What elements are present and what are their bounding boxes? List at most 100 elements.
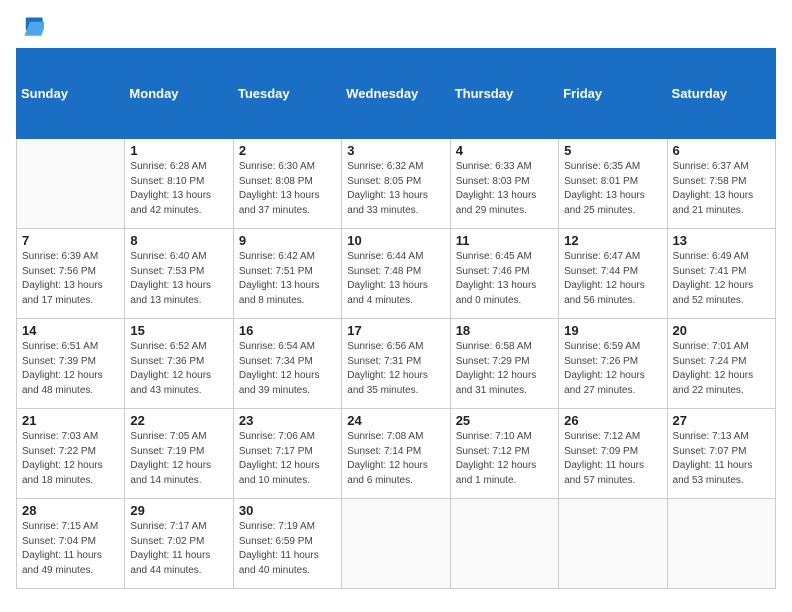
calendar-cell: 2 Sunrise: 6:30 AM Sunset: 8:08 PM Daylig…: [233, 139, 341, 229]
calendar-cell: 1Sunrise: 6:28 AM Sunset: 8:10 PM Daylig…: [125, 139, 233, 229]
calendar-cell: 4 Sunrise: 6:33 AM Sunset: 8:03 PM Daylig…: [450, 139, 558, 229]
day-info: Sunrise: 7:05 AM Sunset: 7:19 PM Dayligh…: [130, 430, 227, 488]
calendar-cell: 30 Sunrise: 7:19 AM Sunset: 6:59 PM Dayli…: [233, 499, 341, 589]
col-header-monday: Monday: [125, 49, 233, 139]
day-number: 30: [239, 503, 336, 518]
calendar-cell: 9 Sunrise: 6:42 AM Sunset: 7:51 PM Daylig…: [233, 229, 341, 319]
day-number: 21: [22, 413, 119, 428]
day-number: 22: [130, 413, 227, 428]
day-info: Sunrise: 6:28 AM Sunset: 8:10 PM Dayligh…: [130, 160, 227, 218]
day-number: 28: [22, 503, 119, 518]
day-number: 15: [130, 323, 227, 338]
day-info: Sunrise: 6:56 AM Sunset: 7:31 PM Dayligh…: [347, 340, 444, 398]
calendar-cell: 6 Sunrise: 6:37 AM Sunset: 7:58 PM Daylig…: [667, 139, 775, 229]
day-info: Sunrise: 6:47 AM Sunset: 7:44 PM Dayligh…: [564, 250, 661, 308]
calendar-cell: 29 Sunrise: 7:17 AM Sunset: 7:02 PM Dayli…: [125, 499, 233, 589]
day-info: Sunrise: 7:01 AM Sunset: 7:24 PM Dayligh…: [673, 340, 770, 398]
calendar-table: SundayMondayTuesdayWednesdayThursdayFrid…: [16, 48, 776, 589]
day-number: 10: [347, 233, 444, 248]
day-number: 26: [564, 413, 661, 428]
day-number: 9: [239, 233, 336, 248]
page-header: [16, 16, 776, 40]
calendar-cell: 16 Sunrise: 6:54 AM Sunset: 7:34 PM Dayli…: [233, 319, 341, 409]
day-info: Sunrise: 7:10 AM Sunset: 7:12 PM Dayligh…: [456, 430, 553, 488]
day-number: 23: [239, 413, 336, 428]
day-number: 24: [347, 413, 444, 428]
day-info: Sunrise: 6:54 AM Sunset: 7:34 PM Dayligh…: [239, 340, 336, 398]
calendar-cell: 8Sunrise: 6:40 AM Sunset: 7:53 PM Daylig…: [125, 229, 233, 319]
day-number: 16: [239, 323, 336, 338]
day-info: Sunrise: 7:17 AM Sunset: 7:02 PM Dayligh…: [130, 520, 227, 578]
week-row-3: 14Sunrise: 6:51 AM Sunset: 7:39 PM Dayli…: [17, 319, 776, 409]
day-info: Sunrise: 7:13 AM Sunset: 7:07 PM Dayligh…: [673, 430, 770, 488]
day-info: Sunrise: 6:35 AM Sunset: 8:01 PM Dayligh…: [564, 160, 661, 218]
day-info: Sunrise: 6:33 AM Sunset: 8:03 PM Dayligh…: [456, 160, 553, 218]
calendar-cell: 5 Sunrise: 6:35 AM Sunset: 8:01 PM Daylig…: [559, 139, 667, 229]
day-number: 3: [347, 143, 444, 158]
logo-icon: [16, 16, 44, 40]
calendar-cell: 13Sunrise: 6:49 AM Sunset: 7:41 PM Dayli…: [667, 229, 775, 319]
day-info: Sunrise: 7:03 AM Sunset: 7:22 PM Dayligh…: [22, 430, 119, 488]
day-number: 7: [22, 233, 119, 248]
day-number: 29: [130, 503, 227, 518]
day-info: Sunrise: 7:12 AM Sunset: 7:09 PM Dayligh…: [564, 430, 661, 488]
calendar-cell: 11 Sunrise: 6:45 AM Sunset: 7:46 PM Dayli…: [450, 229, 558, 319]
col-header-wednesday: Wednesday: [342, 49, 450, 139]
day-info: Sunrise: 7:06 AM Sunset: 7:17 PM Dayligh…: [239, 430, 336, 488]
day-info: Sunrise: 6:58 AM Sunset: 7:29 PM Dayligh…: [456, 340, 553, 398]
col-header-tuesday: Tuesday: [233, 49, 341, 139]
col-header-sunday: Sunday: [17, 49, 125, 139]
calendar-cell: 22 Sunrise: 7:05 AM Sunset: 7:19 PM Dayli…: [125, 409, 233, 499]
calendar-cell: 25 Sunrise: 7:10 AM Sunset: 7:12 PM Dayli…: [450, 409, 558, 499]
day-info: Sunrise: 6:45 AM Sunset: 7:46 PM Dayligh…: [456, 250, 553, 308]
day-number: 2: [239, 143, 336, 158]
day-number: 6: [673, 143, 770, 158]
day-info: Sunrise: 6:40 AM Sunset: 7:53 PM Dayligh…: [130, 250, 227, 308]
calendar-cell: 15Sunrise: 6:52 AM Sunset: 7:36 PM Dayli…: [125, 319, 233, 409]
day-number: 25: [456, 413, 553, 428]
week-row-1: 1Sunrise: 6:28 AM Sunset: 8:10 PM Daylig…: [17, 139, 776, 229]
calendar-cell: 23 Sunrise: 7:06 AM Sunset: 7:17 PM Dayli…: [233, 409, 341, 499]
day-number: 19: [564, 323, 661, 338]
calendar-cell: 20 Sunrise: 7:01 AM Sunset: 7:24 PM Dayli…: [667, 319, 775, 409]
day-info: Sunrise: 6:32 AM Sunset: 8:05 PM Dayligh…: [347, 160, 444, 218]
calendar-cell: [559, 499, 667, 589]
calendar-cell: [450, 499, 558, 589]
calendar-cell: 21 Sunrise: 7:03 AM Sunset: 7:22 PM Dayli…: [17, 409, 125, 499]
day-info: Sunrise: 7:08 AM Sunset: 7:14 PM Dayligh…: [347, 430, 444, 488]
day-number: 18: [456, 323, 553, 338]
day-info: Sunrise: 6:49 AM Sunset: 7:41 PM Dayligh…: [673, 250, 770, 308]
day-info: Sunrise: 6:59 AM Sunset: 7:26 PM Dayligh…: [564, 340, 661, 398]
day-number: 27: [673, 413, 770, 428]
week-row-2: 7Sunrise: 6:39 AM Sunset: 7:56 PM Daylig…: [17, 229, 776, 319]
day-number: 11: [456, 233, 553, 248]
calendar-cell: 17 Sunrise: 6:56 AM Sunset: 7:31 PM Dayli…: [342, 319, 450, 409]
day-number: 4: [456, 143, 553, 158]
day-info: Sunrise: 7:15 AM Sunset: 7:04 PM Dayligh…: [22, 520, 119, 578]
calendar-cell: 14Sunrise: 6:51 AM Sunset: 7:39 PM Dayli…: [17, 319, 125, 409]
calendar-cell: 12 Sunrise: 6:47 AM Sunset: 7:44 PM Dayli…: [559, 229, 667, 319]
day-number: 12: [564, 233, 661, 248]
calendar-cell: [17, 139, 125, 229]
calendar-cell: 28 Sunrise: 7:15 AM Sunset: 7:04 PM Dayli…: [17, 499, 125, 589]
calendar-cell: [667, 499, 775, 589]
day-number: 5: [564, 143, 661, 158]
calendar-cell: 18 Sunrise: 6:58 AM Sunset: 7:29 PM Dayli…: [450, 319, 558, 409]
day-info: Sunrise: 6:42 AM Sunset: 7:51 PM Dayligh…: [239, 250, 336, 308]
day-info: Sunrise: 6:37 AM Sunset: 7:58 PM Dayligh…: [673, 160, 770, 218]
day-info: Sunrise: 6:51 AM Sunset: 7:39 PM Dayligh…: [22, 340, 119, 398]
calendar-cell: 26 Sunrise: 7:12 AM Sunset: 7:09 PM Dayli…: [559, 409, 667, 499]
calendar-cell: 27 Sunrise: 7:13 AM Sunset: 7:07 PM Dayli…: [667, 409, 775, 499]
logo: [16, 16, 48, 40]
col-header-saturday: Saturday: [667, 49, 775, 139]
calendar-cell: 3 Sunrise: 6:32 AM Sunset: 8:05 PM Daylig…: [342, 139, 450, 229]
day-info: Sunrise: 6:30 AM Sunset: 8:08 PM Dayligh…: [239, 160, 336, 218]
calendar-cell: 19 Sunrise: 6:59 AM Sunset: 7:26 PM Dayli…: [559, 319, 667, 409]
day-number: 20: [673, 323, 770, 338]
week-row-4: 21 Sunrise: 7:03 AM Sunset: 7:22 PM Dayli…: [17, 409, 776, 499]
calendar-cell: 10Sunrise: 6:44 AM Sunset: 7:48 PM Dayli…: [342, 229, 450, 319]
day-number: 17: [347, 323, 444, 338]
week-row-5: 28 Sunrise: 7:15 AM Sunset: 7:04 PM Dayli…: [17, 499, 776, 589]
calendar-cell: 7Sunrise: 6:39 AM Sunset: 7:56 PM Daylig…: [17, 229, 125, 319]
day-info: Sunrise: 7:19 AM Sunset: 6:59 PM Dayligh…: [239, 520, 336, 578]
